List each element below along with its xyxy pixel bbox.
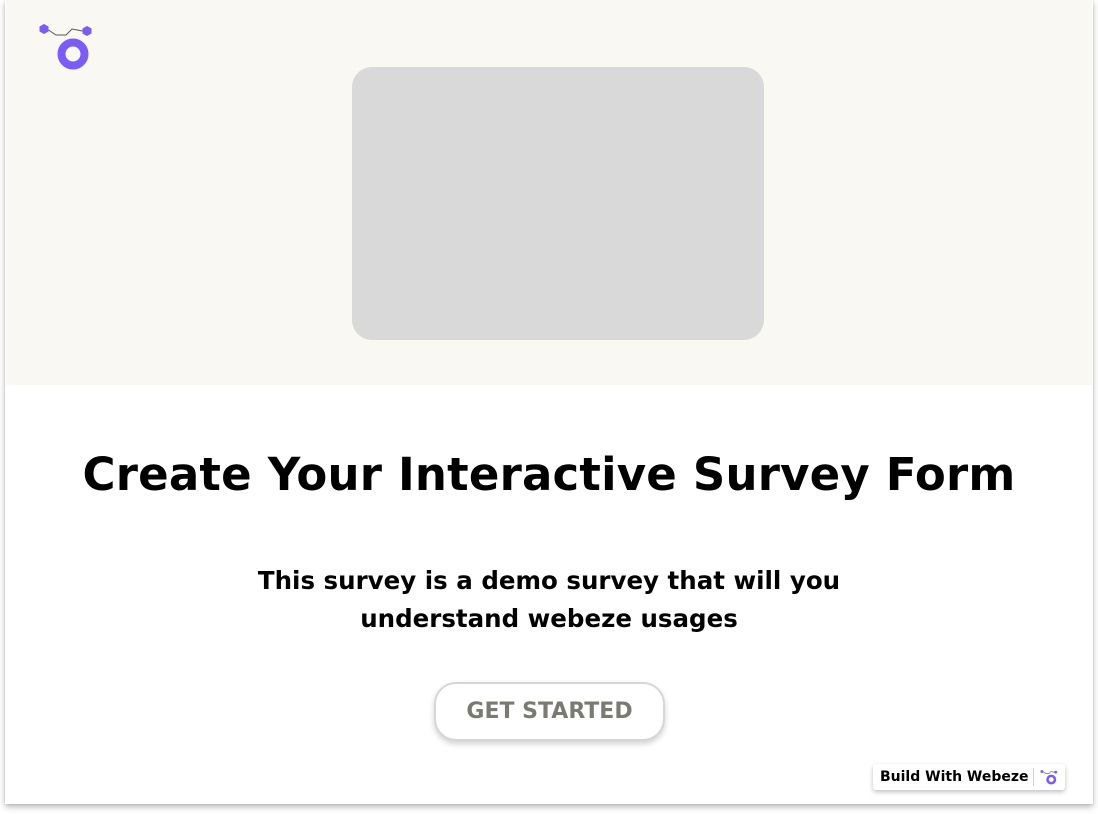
badge-divider — [1033, 768, 1034, 786]
subtitle-line-2: understand webeze usages — [360, 604, 738, 633]
webeze-logo-icon — [39, 24, 92, 70]
hero-section — [6, 0, 1092, 385]
page-title: Create Your Interactive Survey Form — [82, 448, 1016, 501]
webeze-logo-icon — [1040, 769, 1058, 785]
get-started-button[interactable]: GET STARTED — [434, 682, 665, 741]
badge-label: Build With Webeze — [880, 769, 1029, 785]
subtitle-line-1: This survey is a demo survey that will y… — [257, 566, 841, 595]
survey-page: Create Your Interactive Survey Form This… — [5, 0, 1093, 804]
image-placeholder — [352, 67, 764, 340]
page-subtitle: This survey is a demo survey that will y… — [249, 562, 849, 638]
build-with-webeze-badge[interactable]: Build With Webeze — [873, 764, 1065, 790]
